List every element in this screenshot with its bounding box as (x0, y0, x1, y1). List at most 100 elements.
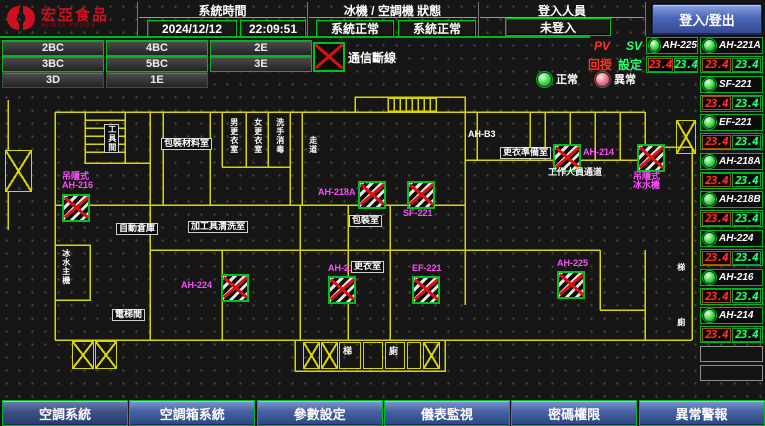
normal-led-icon (537, 72, 552, 87)
unit-values-ah-221a: 23.423.4 (700, 56, 763, 73)
header-divider (478, 2, 479, 36)
unit-status-led (703, 78, 716, 91)
unit-status-led (703, 271, 716, 284)
header-divider (137, 2, 138, 36)
unit-values-ah-214: 23.423.4 (700, 326, 763, 343)
room-label: 包裝材料室 (161, 138, 212, 150)
divider (309, 17, 477, 18)
room-label: 冰水主機 (61, 249, 70, 285)
map-ahu-marker-ef-221[interactable] (412, 276, 440, 304)
login-user-value: 未登入 (505, 18, 611, 36)
map-ahu-marker-ah-218b[interactable] (328, 276, 356, 304)
unit-name-label: AH-218B (719, 194, 761, 205)
unit-name-label: AH-214 (719, 310, 753, 321)
nav-button-3[interactable]: 參數設定 (257, 400, 383, 426)
room-label: 更衣室 (351, 261, 384, 273)
stairwell-icon (5, 150, 32, 192)
unit-name-label: AH-225 (663, 40, 697, 51)
map-ahu-marker-冰水機[interactable] (637, 144, 665, 172)
service-room-box (385, 342, 405, 369)
unit-button-ah-221a[interactable]: AH-221A (700, 37, 763, 54)
service-room-box (363, 342, 383, 369)
unit-button-ah-216[interactable]: AH-216 (700, 269, 763, 286)
abnormal-label: 異常 (614, 71, 636, 87)
stairwell-icon (72, 341, 94, 369)
unit-button-ef-221[interactable]: EF-221 (700, 114, 763, 131)
unit-values-ah-225: 23.423.4 (646, 56, 698, 73)
unit-status-led (703, 155, 716, 168)
map-ahu-marker-ah-216[interactable] (62, 194, 90, 222)
hmi-screen: 宏亞食品 HUNYA FOODS 系統時間 2024/12/12 22:09:5… (0, 0, 765, 426)
room-label: 梯 (676, 263, 685, 272)
login-logout-button[interactable]: 登入/登出 (652, 4, 762, 35)
unit-pv-value: 23.4 (702, 96, 731, 110)
brand-logo: 宏亞食品 HUNYA FOODS (6, 3, 109, 33)
room-label: 自動倉庫 (116, 223, 158, 235)
unit-button-ah-218b[interactable]: AH-218B (700, 191, 763, 208)
nav-button-6[interactable]: 異常警報 (639, 400, 765, 426)
unit-pv-value: 23.4 (702, 173, 731, 187)
room-label: 工具間 (104, 124, 119, 153)
ahu-status-value: 系統正常 (398, 20, 476, 37)
stairwell-icon (303, 342, 320, 369)
map-ahu-label: EF-221 (412, 264, 442, 273)
unit-values-ah-218a: 23.423.4 (700, 172, 763, 189)
map-ahu-marker-ah-224[interactable] (221, 274, 249, 302)
nav-button-4[interactable]: 儀表監視 (384, 400, 510, 426)
map-ahu-label: 吊隱式冰水機 (633, 172, 660, 191)
floor-button-2e[interactable]: 2E (210, 40, 312, 56)
room-label: 走道 (308, 136, 317, 154)
unit-sv-value: 23.4 (732, 96, 761, 110)
floor-button-1e[interactable]: 1E (106, 72, 208, 88)
unit-values-sf-221: 23.423.4 (700, 95, 763, 112)
nav-button-5[interactable]: 密碼權限 (511, 400, 637, 426)
floor-button-3e[interactable]: 3E (210, 56, 312, 72)
floor-button-3d[interactable]: 3D (2, 72, 104, 88)
map-ahu-label: SF-221 (403, 209, 433, 218)
comm-fail-label: 通信斷線 (348, 49, 396, 66)
map-ahu-label: AH-214 (583, 148, 614, 157)
unit-sv-value: 23.4 (732, 328, 761, 342)
unit-button-ah-218a[interactable]: AH-218A (700, 153, 763, 170)
unit-values-ah-216: 23.423.4 (700, 288, 763, 305)
room-label: AH-B3 (468, 130, 496, 140)
stairwell-icon (423, 342, 440, 369)
sv-abbr-label: SV (626, 39, 642, 53)
floor-button-2bc[interactable]: 2BC (2, 40, 104, 56)
unit-status-led (703, 309, 716, 322)
unit-button-ah-214[interactable]: AH-214 (700, 307, 763, 324)
unit-button-sf-221[interactable]: SF-221 (700, 76, 763, 93)
unit-name-label: AH-224 (719, 233, 753, 244)
floor-button-3bc[interactable]: 3BC (2, 56, 104, 72)
floor-button-5bc[interactable]: 5BC (106, 56, 208, 72)
header-underline (0, 36, 590, 38)
floor-button-4bc[interactable]: 4BC (106, 40, 208, 56)
unit-sv-value: 23.4 (732, 251, 761, 265)
chiller-status-value: 系統正常 (316, 20, 394, 37)
unit-sv-value: 23.4 (732, 135, 761, 149)
nav-button-2[interactable]: 空調箱系統 (129, 400, 255, 426)
room-label: 廁 (676, 318, 685, 327)
unit-name-label: EF-221 (719, 117, 752, 128)
unit-button-ah-225[interactable]: AH-225 (646, 37, 698, 54)
unit-status-led (703, 39, 716, 52)
map-ahu-marker-sf-221[interactable] (407, 181, 435, 209)
room-label: 工作人員通道 (548, 168, 602, 178)
room-label: 男更衣室 (229, 118, 238, 154)
unit-pv-value: 23.4 (702, 289, 731, 303)
header-divider (645, 2, 646, 36)
map-ahu-marker-ah-218a[interactable] (358, 181, 386, 209)
unit-values-ef-221: 23.423.4 (700, 133, 763, 150)
pv-abbr-label: PV (594, 39, 610, 53)
unit-pv-value: 23.4 (702, 135, 731, 149)
abnormal-led-icon (595, 72, 610, 87)
room-label: 女更衣室 (253, 118, 262, 154)
unit-button-ah-224[interactable]: AH-224 (700, 230, 763, 247)
map-ahu-marker-ah-225[interactable] (557, 271, 585, 299)
header-divider (307, 2, 308, 36)
brand-logo-icon (6, 3, 36, 33)
unit-status-led (649, 39, 660, 52)
nav-button-1[interactable]: 空調系統 (2, 400, 128, 426)
abnormal-legend: 異常 (595, 71, 636, 87)
unit-name-label: SF-221 (719, 79, 752, 90)
